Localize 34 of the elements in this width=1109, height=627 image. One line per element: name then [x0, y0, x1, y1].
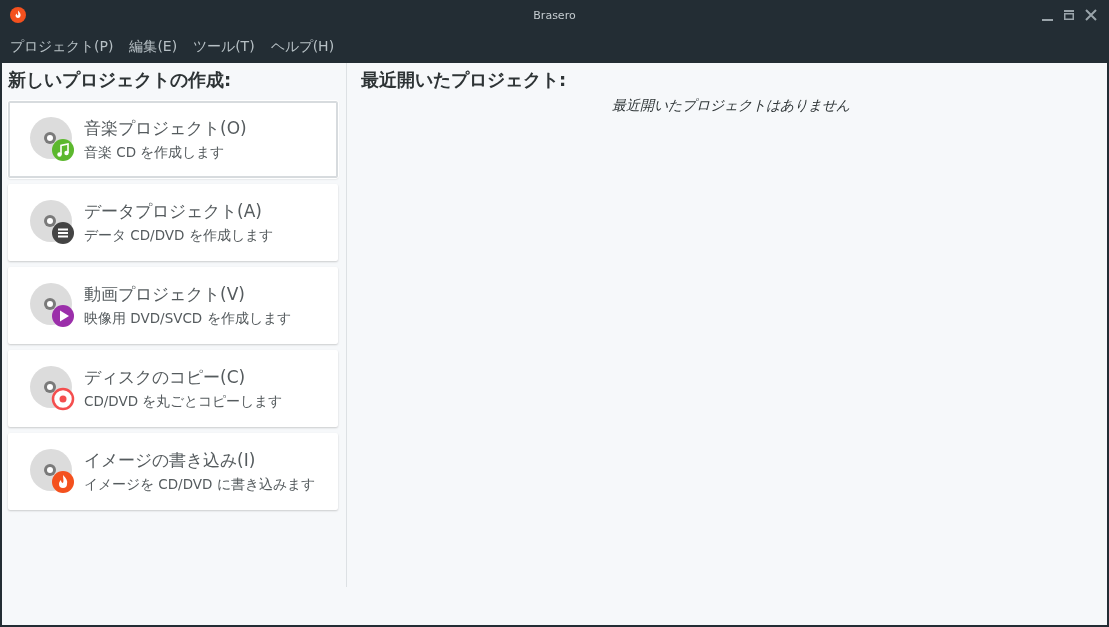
disc-icon: [30, 199, 76, 246]
project-title: ディスクのコピー(C): [84, 366, 247, 389]
project-card[interactable]: データプロジェクト(A) データ CD/DVD を作成します: [8, 184, 338, 261]
project-description: CD/DVD を丸ごとコピーします: [84, 393, 283, 411]
project-card[interactable]: イメージの書き込み(I) イメージを CD/DVD に書き込みます: [8, 433, 338, 510]
maximize-button[interactable]: [1061, 7, 1077, 23]
section-heading: 最近開いたプロジェクト:: [361, 68, 568, 92]
project-title: イメージの書き込み(I): [84, 449, 257, 472]
window-title: Brasero: [533, 8, 576, 22]
project-description: 音楽 CD を作成します: [84, 144, 226, 162]
project-card[interactable]: 動画プロジェクト(V) 映像用 DVD/SVCD を作成します: [8, 267, 338, 344]
menu-item[interactable]: ツール(T): [193, 37, 255, 56]
minimize-icon: [1041, 19, 1053, 21]
project-title: データプロジェクト(A): [84, 200, 263, 223]
project-card[interactable]: ディスクのコピー(C) CD/DVD を丸ごとコピーします: [8, 350, 338, 427]
project-card[interactable]: 音楽プロジェクト(O) 音楽 CD を作成します: [8, 101, 338, 178]
disc-icon: [30, 116, 76, 163]
disc-icon: [30, 365, 76, 412]
disc-icon: [30, 448, 76, 495]
menu-item[interactable]: 編集(E): [129, 37, 178, 56]
disc-icon: [30, 282, 76, 329]
flame-icon: [10, 7, 26, 23]
menu-item[interactable]: ヘルプ(H): [270, 37, 335, 56]
section-heading: 新しいプロジェクトの作成:: [8, 68, 233, 92]
project-description: イメージを CD/DVD に書き込みます: [84, 476, 315, 494]
close-button[interactable]: [1083, 7, 1099, 23]
project-description: データ CD/DVD を作成します: [84, 227, 273, 245]
project-description: 映像用 DVD/SVCD を作成します: [84, 310, 291, 328]
menu-item[interactable]: プロジェクト(P): [10, 37, 114, 56]
empty-message: 最近開いたプロジェクトはありません: [612, 97, 850, 115]
project-title: 音楽プロジェクト(O): [84, 117, 247, 140]
close-icon: [1084, 8, 1098, 22]
project-title: 動画プロジェクト(V): [84, 283, 246, 306]
maximize-icon: [1062, 8, 1076, 22]
